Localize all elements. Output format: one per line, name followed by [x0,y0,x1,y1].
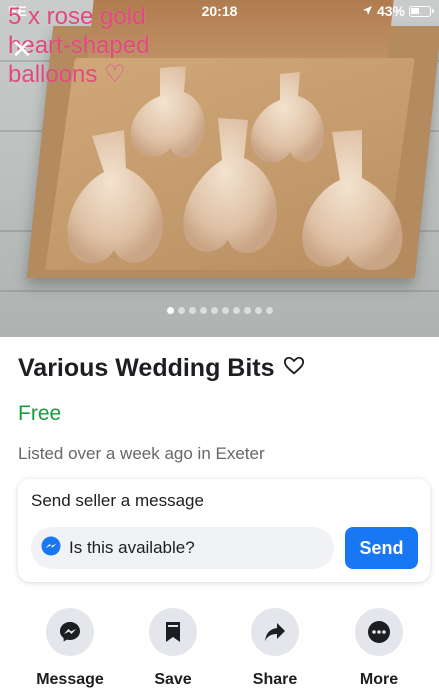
listing-title: Various Wedding Bits [18,354,275,382]
listing-meta: Listed over a week ago in Exeter [18,444,265,463]
carousel-dot[interactable] [221,307,229,314]
action-label: More [359,671,399,688]
listing-price: Free [18,402,62,425]
more-dots-icon [355,608,403,656]
send-button[interactable]: Send [345,527,418,569]
title-row: Various Wedding Bits [18,354,305,383]
carousel-dot[interactable] [265,307,273,314]
more-action-button[interactable]: More [339,608,419,689]
share-arrow-icon [251,608,299,656]
carousel-dot[interactable] [254,307,262,314]
message-heading: Send seller a message [31,491,204,510]
status-right: 43% [362,3,434,19]
action-label: Message [36,671,104,688]
close-icon[interactable]: ✕ [11,36,33,62]
carousel-dot[interactable] [199,307,207,314]
balloon [250,72,325,163]
action-bar: Message Save Share More [0,608,439,699]
battery-icon [409,5,434,17]
save-action-button[interactable]: Save [133,608,213,689]
photo-overlay-text: 5 x rose gold heart-shaped balloons ♡ [8,3,150,88]
messenger-icon [41,536,61,561]
action-label: Save [154,671,192,688]
carousel-dot[interactable] [177,307,185,314]
carousel-dot[interactable] [232,307,240,314]
action-label: Share [252,671,298,688]
message-action-button[interactable]: Message [30,608,110,689]
heart-icon[interactable] [283,355,305,382]
bookmark-icon [149,608,197,656]
share-action-button[interactable]: Share [235,608,315,689]
message-seller-card: Send seller a message Is this available?… [18,479,430,582]
location-arrow-icon [362,3,373,19]
carousel-dot[interactable] [210,307,218,314]
message-input-value: Is this available? [69,538,195,557]
carousel-dot[interactable] [188,307,196,314]
message-input[interactable]: Is this available? [31,527,334,569]
carousel-dot[interactable] [166,307,174,314]
photo-carousel-dots [0,307,439,314]
listing-photo[interactable]: EE 20:18 43% 5 x rose gold heart-shaped … [0,0,439,337]
carousel-dot[interactable] [243,307,251,314]
messenger-icon [46,608,94,656]
battery-percent: 43% [376,3,405,19]
